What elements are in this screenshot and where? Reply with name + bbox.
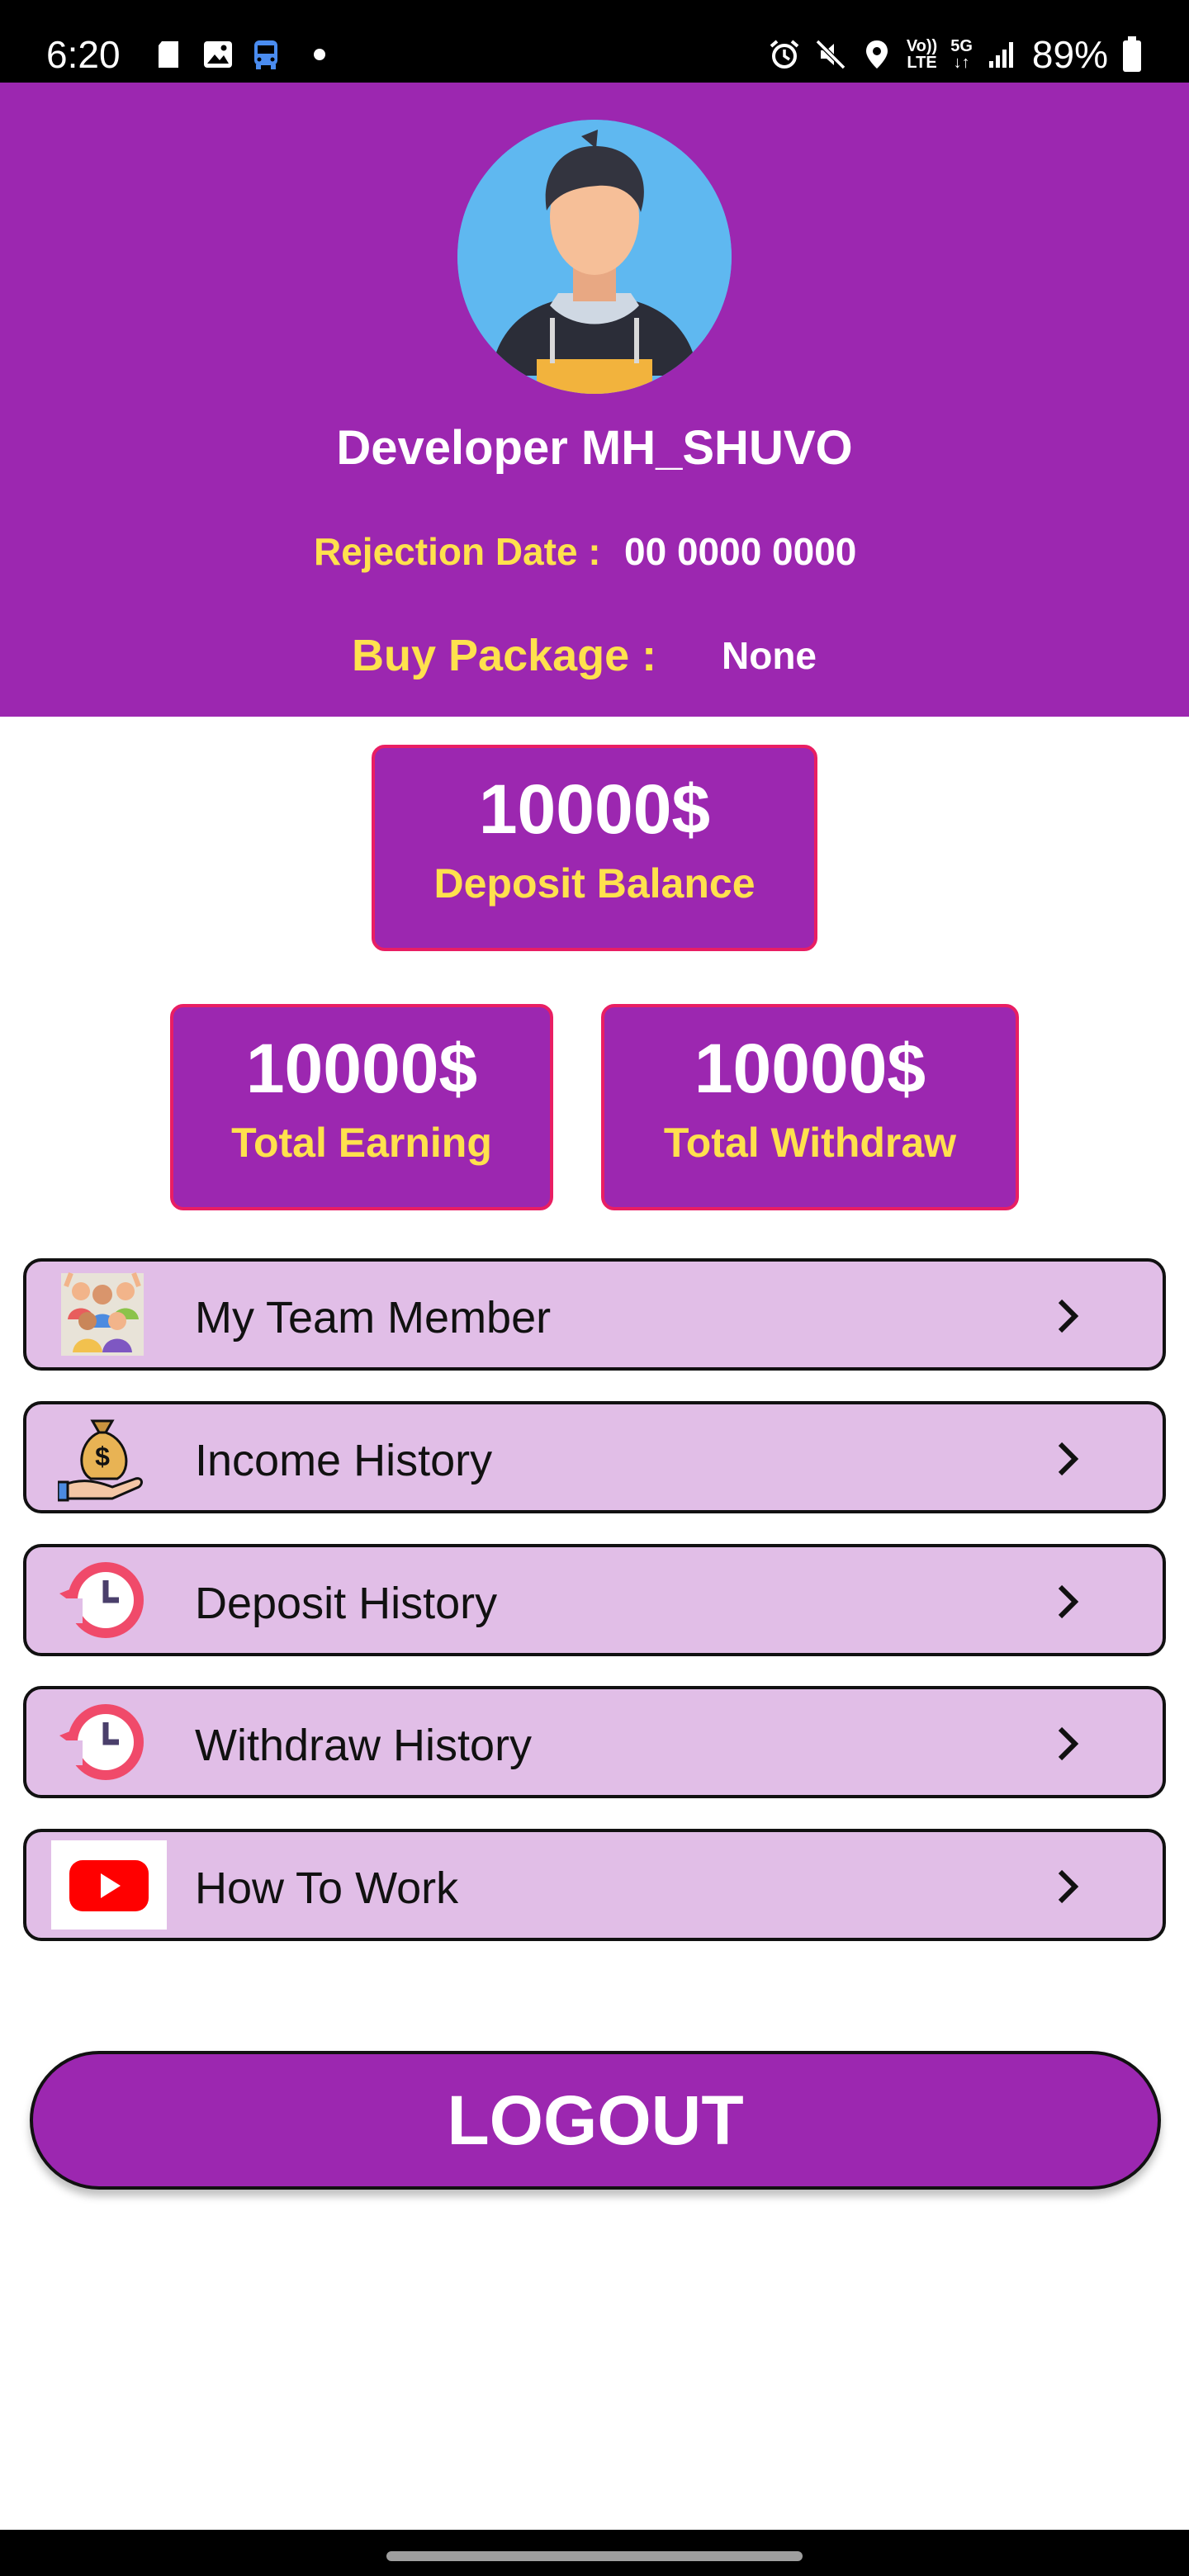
chevron-right-icon [1058,1869,1079,1904]
5g-indicator: 5G ↓↑ [950,37,973,72]
sd-card-icon [159,41,178,68]
chevron-right-icon [1058,1442,1079,1476]
total-earning-card: 10000$ Total Earning [170,1004,553,1210]
notification-icons [154,38,325,71]
alarm-icon [770,40,799,69]
total-earning-value: 10000$ [245,1030,478,1107]
youtube-icon [51,1840,167,1930]
bus-icon [254,40,277,69]
money-bag-icon: $ [58,1419,143,1502]
menu-label-how-to-work: How To Work [195,1863,459,1913]
menu-label-withdraw-history: Withdraw History [195,1721,533,1770]
team-icon [61,1271,144,1356]
buy-package-label: Buy Package : [352,631,657,680]
signal-icon [988,42,1013,68]
deposit-balance-label: Deposit Balance [433,860,756,907]
deposit-balance-value: 10000$ [478,770,711,848]
menu-item-income-history[interactable]: $ Income History [23,1401,1166,1513]
mute-icon [815,39,846,70]
volte-indicator: Vo)) LTE [906,37,938,72]
history-clock-icon [59,1704,144,1780]
system-icons: Vo)) LTE 5G ↓↑ 89% [768,31,1143,78]
chevron-right-icon [1058,1584,1079,1619]
menu-label-income-history: Income History [195,1436,493,1485]
svg-text:$: $ [95,1442,110,1471]
avatar-person-icon [457,120,732,394]
logout-button[interactable]: LOGOUT [30,2051,1161,2190]
menu-label-team-member: My Team Member [195,1293,552,1342]
gallery-icon [204,41,232,68]
home-gesture-handle[interactable] [386,2551,803,2561]
rejection-date-label: Rejection Date : [314,530,601,573]
battery-icon [1123,36,1141,72]
menu-item-how-to-work[interactable]: How To Work [23,1829,1166,1941]
total-earning-label: Total Earning [231,1120,492,1166]
profile-header: Developer MH_SHUVO Rejection Date : 00 0… [0,83,1189,717]
more-notifications-dot [314,49,325,60]
status-bar: 6:20 Vo)) LTE 5G ↓↑ 89% [0,0,1189,83]
menu-item-team-member[interactable]: My Team Member [23,1258,1166,1371]
total-withdraw-value: 10000$ [694,1030,926,1107]
avatar[interactable] [457,120,732,394]
total-withdraw-card: 10000$ Total Withdraw [601,1004,1019,1210]
menu-item-deposit-history[interactable]: Deposit History [23,1544,1166,1656]
deposit-balance-card: 10000$ Deposit Balance [372,745,817,951]
history-clock-icon [59,1562,144,1638]
status-time: 6:20 [46,33,121,76]
menu-label-deposit-history: Deposit History [195,1579,498,1628]
buy-package-value: None [722,634,817,677]
menu-item-withdraw-history[interactable]: Withdraw History [23,1686,1166,1798]
chevron-right-icon [1058,1726,1079,1761]
total-withdraw-label: Total Withdraw [663,1120,957,1166]
chevron-right-icon [1058,1299,1079,1333]
profile-name: Developer MH_SHUVO [336,421,853,475]
navigation-bar [0,2530,1189,2576]
rejection-date-value: 00 0000 0000 [624,530,857,573]
battery-percent: 89% [1031,33,1108,76]
location-icon [865,40,888,69]
